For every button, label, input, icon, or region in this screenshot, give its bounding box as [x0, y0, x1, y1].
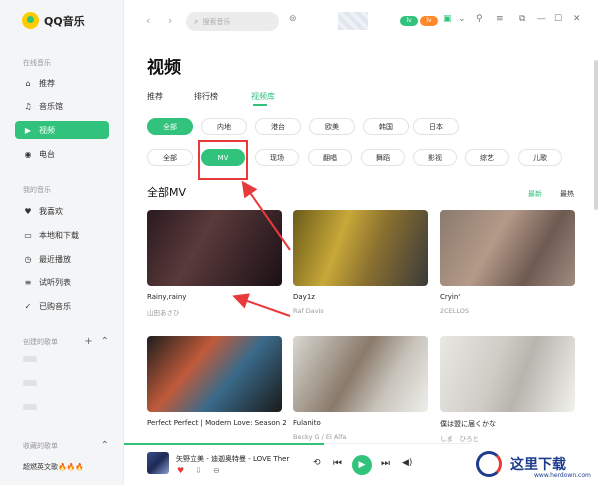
- next-icon[interactable]: ⏭: [381, 458, 390, 469]
- play-button[interactable]: ▶: [352, 455, 372, 475]
- playback-progress[interactable]: [124, 443, 324, 445]
- volume-icon[interactable]: ◀): [402, 458, 412, 468]
- now-playing-title[interactable]: 矢野立美 - 迪迦奥特曼 - LOVE Ther: [176, 454, 289, 464]
- repeat-icon[interactable]: ⟲: [313, 458, 321, 468]
- annotation-arrows: [232, 180, 291, 317]
- previous-icon[interactable]: ⏮: [333, 458, 342, 469]
- watermark-logo-icon: [476, 450, 502, 477]
- more-icon[interactable]: ⊖: [213, 466, 220, 475]
- scrollbar[interactable]: [594, 60, 598, 210]
- arrow-to-mv-filter: [241, 180, 291, 251]
- album-cover[interactable]: [147, 452, 169, 474]
- play-icon: ▶: [358, 460, 366, 470]
- site-watermark: 这里下载 www.herdown.com: [470, 442, 600, 485]
- watermark-url: www.herdown.com: [534, 472, 591, 479]
- download-icon[interactable]: ⇩: [195, 466, 202, 475]
- arrow-to-mv-item: [232, 293, 291, 317]
- watermark-text: 这里下载: [510, 456, 566, 473]
- heart-icon[interactable]: ♥: [177, 466, 184, 475]
